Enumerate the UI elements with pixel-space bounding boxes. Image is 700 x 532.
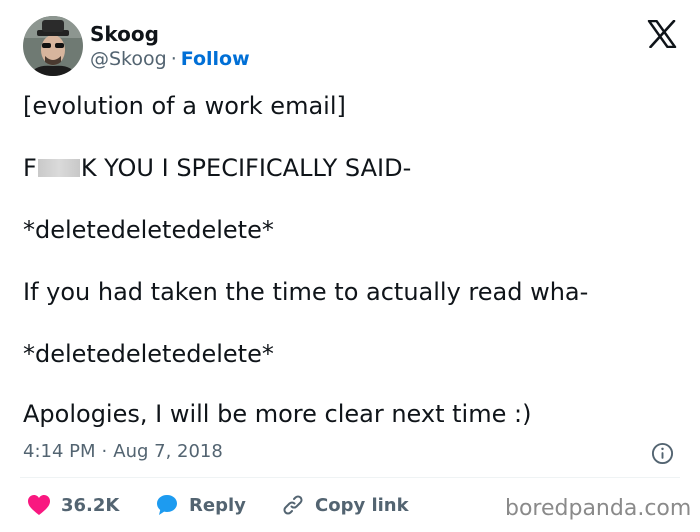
reply-bubble-icon [157, 495, 177, 515]
tweet-text-line: [evolution of a work email] [23, 92, 346, 120]
censor-blur [37, 159, 80, 177]
like-count: 36.2K [61, 494, 120, 516]
avatar[interactable] [23, 16, 83, 76]
tweet-timestamp[interactable]: 4:14 PM · Aug 7, 2018 [23, 441, 223, 462]
watermark: boredpanda.com [505, 496, 692, 521]
tweet-card: Skoog @Skoog · Follow [evolution of a work… [0, 0, 700, 532]
info-icon[interactable] [651, 442, 674, 465]
author-name[interactable]: Skoog [90, 22, 159, 46]
tweet-text-line: *deletedeletedelete* [23, 216, 274, 244]
link-icon [283, 495, 303, 515]
tweet-text-line: If you had taken the time to actually re… [23, 278, 589, 306]
author-handle[interactable]: @Skoog [90, 48, 167, 70]
tweet-date: Aug 7, 2018 [113, 441, 223, 462]
separator-dot: · [101, 441, 108, 462]
tweet-time: 4:14 PM [23, 441, 96, 462]
tweet-text-line: *deletedeletedelete* [23, 340, 274, 368]
divider [20, 477, 680, 478]
tweet-text-line: Apologies, I will be more clear next tim… [23, 400, 532, 428]
censored-suffix: K YOU I SPECIFICALLY SAID- [80, 154, 412, 182]
separator-dot: · [170, 48, 177, 70]
heart-icon [28, 495, 50, 515]
reply-label: Reply [189, 494, 246, 516]
avatar-image [23, 16, 83, 76]
author-handle-row: @Skoog · Follow [90, 48, 250, 70]
x-logo-icon[interactable] [647, 20, 677, 48]
like-button[interactable]: 36.2K [27, 493, 119, 517]
follow-button[interactable]: Follow [181, 48, 250, 70]
censored-prefix: F [23, 154, 37, 182]
tweet-text-line-censored: F K YOU I SPECIFICALLY SAID- [23, 154, 411, 182]
reply-button[interactable]: Reply [155, 493, 246, 517]
copy-link-label: Copy link [315, 494, 409, 516]
copy-link-button[interactable]: Copy link [281, 493, 409, 517]
